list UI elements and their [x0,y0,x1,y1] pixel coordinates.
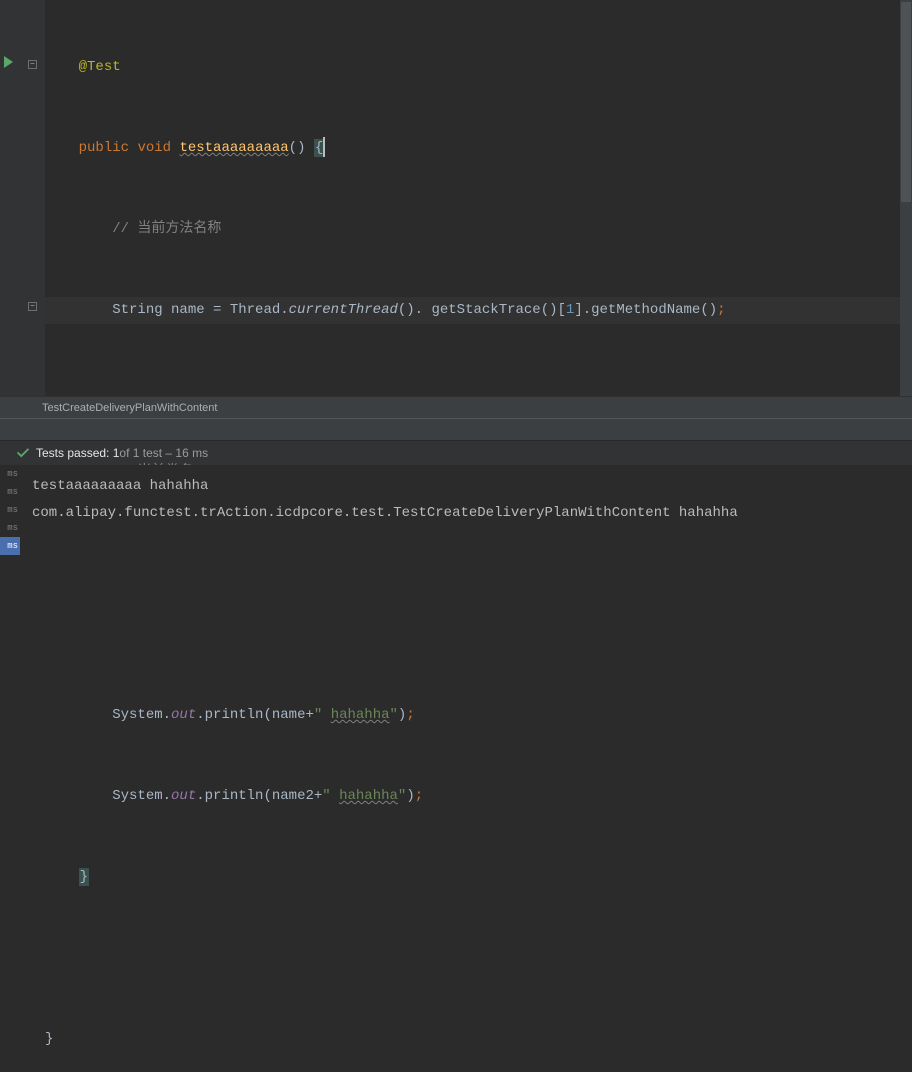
code-text: ) [398,707,406,723]
brace-close: } [79,868,89,886]
static-field: out [171,707,196,723]
string-literal: " [322,788,339,804]
keyword-public: public [79,140,129,156]
scrollbar-thumb[interactable] [901,2,911,202]
keyword-void: void [137,140,171,156]
code-text: .println(name+ [196,707,314,723]
strip-item-selected[interactable]: ms [0,537,20,555]
console-line: com.alipay.functest.trAction.icdpcore.te… [0,500,912,527]
annotation: @Test [79,59,121,75]
editor-scrollbar[interactable] [900,0,912,396]
brace-close-outer: } [45,1031,53,1047]
static-field: out [171,788,196,804]
code-text: ].getMethodName() [574,302,717,318]
code-text: ) [406,788,414,804]
method-name: testaaaaaaaaa [179,140,288,156]
code-text: System. [112,707,171,723]
code-text: (). getStackTrace()[ [398,302,566,318]
fold-collapse-icon[interactable]: − [28,60,42,74]
code-editor[interactable]: − − @Test public void testaaaaaaaaa() { … [0,0,912,396]
string-literal: " [398,788,406,804]
test-tree-strip[interactable]: ms ms ms ms ms [0,465,20,559]
strip-item[interactable]: ms [0,465,20,483]
console-output[interactable]: ms ms ms ms ms testaaaaaaaaa hahahha com… [0,465,912,559]
console-line: testaaaaaaaaa hahahha [0,473,912,500]
semicolon: ; [406,707,414,723]
run-test-icon[interactable] [4,56,13,68]
static-call: currentThread [289,302,398,318]
code-text: System. [112,788,171,804]
string-literal: " [314,707,331,723]
comment: // 当前方法名称 [112,221,221,237]
fold-expand-icon[interactable]: − [28,302,42,316]
semicolon: ; [415,788,423,804]
code-content[interactable]: @Test public void testaaaaaaaaa() { // 当… [45,0,912,396]
code-text: .println(name2+ [196,788,322,804]
check-icon [16,446,30,460]
semicolon: ; [717,302,725,318]
caret [323,137,325,157]
strip-item[interactable]: ms [0,519,20,537]
code-text: String name = Thread. [112,302,288,318]
editor-gutter[interactable]: − − [0,0,45,396]
strip-item[interactable]: ms [0,483,20,501]
strip-item[interactable]: ms [0,501,20,519]
string-typo: hahahha [339,788,398,804]
string-typo: hahahha [331,707,390,723]
string-literal: " [390,707,398,723]
